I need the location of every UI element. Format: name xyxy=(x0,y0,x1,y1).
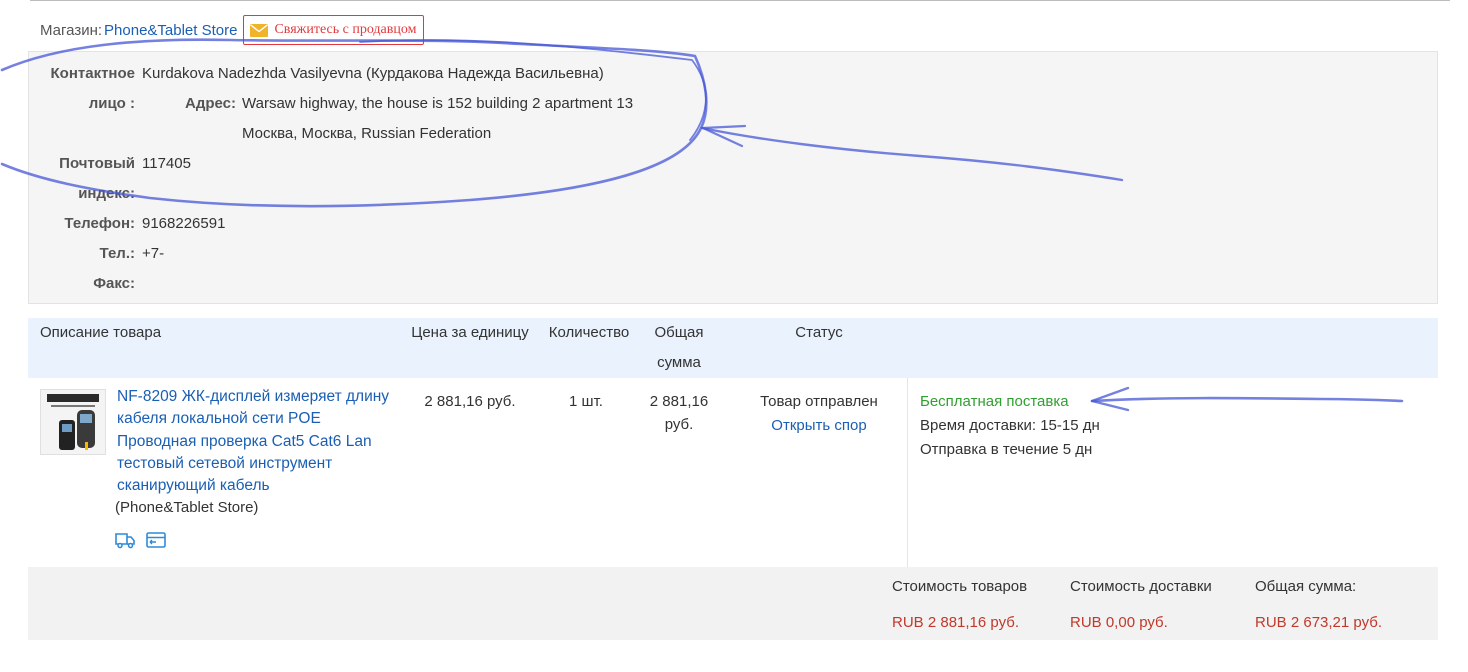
open-dispute-link[interactable]: Открыть спор xyxy=(740,414,898,437)
postal-label-line2: индекс: xyxy=(78,185,135,202)
row-quantity: 1 шт. xyxy=(569,393,603,410)
shipping-cost-label: Стоимость доставки xyxy=(1070,578,1212,595)
contact-name: Kurdakova Nadezhda Vasilyevna (Курдакова… xyxy=(142,65,604,82)
header-total-line2: сумма xyxy=(657,354,701,371)
grand-total-label: Общая сумма: xyxy=(1255,578,1357,595)
free-shipping-text: Бесплатная поставка xyxy=(920,393,1069,410)
contact-seller-button[interactable]: Свяжитесь с продавцом xyxy=(243,15,425,45)
header-quantity: Количество xyxy=(548,324,630,341)
contact-label-line2: лицо : xyxy=(88,95,135,112)
grand-total-value: RUB 2 673,21 руб. xyxy=(1255,614,1382,631)
dispatch-time: Отправка в течение 5 дн xyxy=(920,438,1092,462)
row-status: Товар отправлен xyxy=(760,393,878,410)
delivery-time-label: Время доставки: xyxy=(920,417,1037,434)
shipping-cost-value: RUB 0,00 руб. xyxy=(1070,614,1168,631)
postal-label-line1: Почтовый xyxy=(59,155,135,172)
cable-tester-image xyxy=(41,390,105,454)
header-status: Статус xyxy=(795,324,843,341)
scribble-arrow-shipping-head xyxy=(1090,386,1130,412)
header-unit-price: Цена за единицу xyxy=(411,324,529,341)
tel-value: +7- xyxy=(142,245,165,262)
dispatch-time-value: 5 дн xyxy=(1062,441,1093,458)
scribble-arrow-shipping xyxy=(1090,396,1404,403)
goods-cost-label: Стоимость товаров xyxy=(892,578,1028,595)
column-divider xyxy=(907,378,908,567)
store-line: Магазин: Phone&Tablet Store Свяжитесь с … xyxy=(40,15,425,45)
dispatch-time-label: Отправка в течение xyxy=(920,441,1059,458)
store-link[interactable]: Phone&Tablet Store xyxy=(104,22,237,39)
phone-label: Телефон: xyxy=(64,215,135,232)
delivery-time: Время доставки: 15-15 дн xyxy=(920,414,1100,438)
truck-icon[interactable] xyxy=(115,531,135,549)
postal-code: 117405 xyxy=(142,155,191,172)
product-image[interactable] xyxy=(40,389,106,455)
row-total-line2: руб. xyxy=(664,416,694,433)
row-total-line1: 2 881,16 xyxy=(649,393,709,410)
header-total-line1: Общая xyxy=(654,324,704,341)
mail-icon xyxy=(250,23,269,37)
store-label: Магазин: xyxy=(40,21,103,39)
product-title-link[interactable]: NF-8209 ЖК-дисплей измеряет длину кабеля… xyxy=(117,386,397,497)
delivery-time-value: 15-15 дн xyxy=(1040,417,1100,434)
contact-label-line1: Контактное xyxy=(50,65,136,82)
phone-value: 9168226591 xyxy=(142,215,226,232)
top-divider xyxy=(30,0,1450,1)
address-line1: Warsaw highway, the house is 152 buildin… xyxy=(242,95,634,112)
totals-bar xyxy=(28,567,1438,640)
header-description: Описание товара xyxy=(40,324,162,341)
row-unit-price: 2 881,16 руб. xyxy=(424,393,516,410)
fax-label: Факс: xyxy=(93,275,135,292)
tel-label: Тел.: xyxy=(99,245,135,262)
product-store: (Phone&Tablet Store) xyxy=(115,499,259,516)
goods-cost-value: RUB 2 881,16 руб. xyxy=(892,614,1019,631)
address-label: Адрес: xyxy=(185,95,236,112)
contact-seller-label: Свяжитесь с продавцом xyxy=(274,22,417,37)
card-icon[interactable] xyxy=(146,531,166,549)
address-line2: Москва, Москва, Russian Federation xyxy=(242,125,492,142)
order-table-header xyxy=(28,318,1438,378)
